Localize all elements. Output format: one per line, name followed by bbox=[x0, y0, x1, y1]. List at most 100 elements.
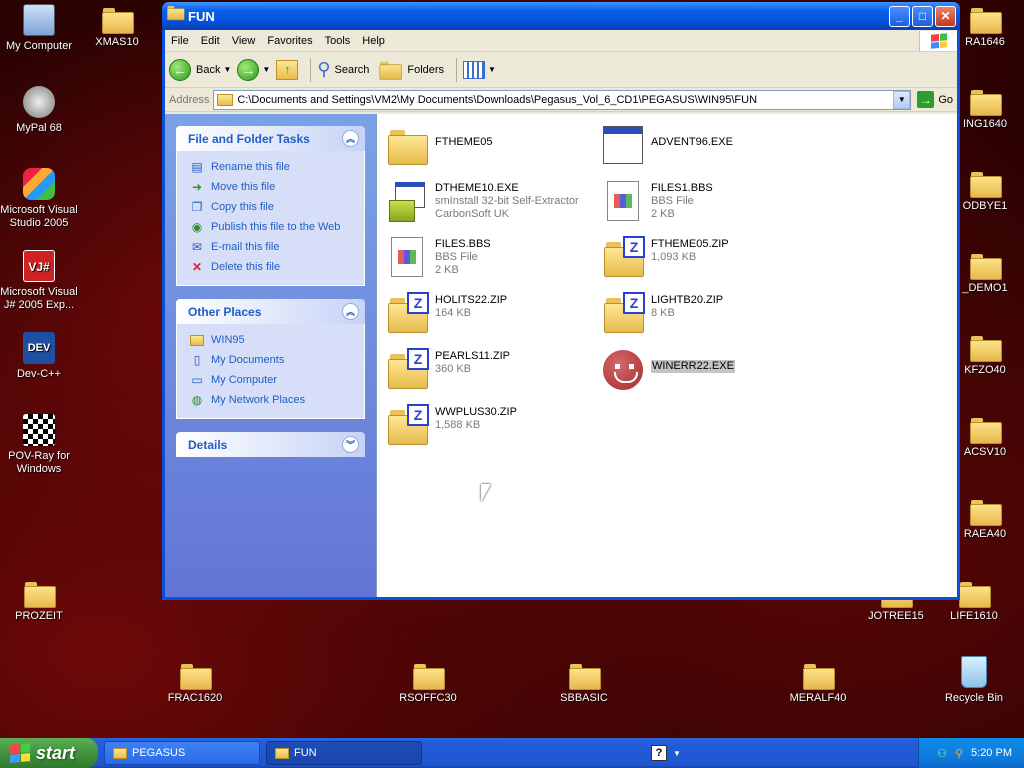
desktop-icon-povray[interactable]: POV-Ray for Windows bbox=[0, 414, 78, 476]
menu-favorites[interactable]: Favorites bbox=[261, 35, 318, 47]
globe-icon: ◉ bbox=[191, 220, 203, 234]
forward-button[interactable]: → ▼ bbox=[237, 58, 270, 81]
desktop-icon-devcpp[interactable]: DEV Dev-C++ bbox=[0, 332, 78, 381]
folder-icon bbox=[24, 582, 56, 608]
place-my-documents[interactable]: ▯ My Documents bbox=[189, 350, 352, 370]
start-button[interactable]: start bbox=[0, 738, 98, 768]
maximize-button[interactable]: □ bbox=[912, 5, 933, 27]
place-my-computer[interactable]: ▭ My Computer bbox=[189, 370, 352, 390]
file-folder-tasks-header[interactable]: File and Folder Tasks ︽ bbox=[176, 126, 365, 151]
language-bar[interactable]: ? ▼ bbox=[651, 745, 681, 761]
menu-view[interactable]: View bbox=[226, 35, 262, 47]
clock[interactable]: 5:20 PM bbox=[971, 747, 1012, 759]
details-header[interactable]: Details ︾ bbox=[176, 432, 365, 457]
desktop-icon-frac1620[interactable]: FRAC1620 bbox=[156, 660, 234, 705]
file-item-winerr22[interactable]: WINERR22.EXE bbox=[599, 346, 735, 394]
expand-icon[interactable]: ︾ bbox=[342, 436, 359, 453]
task-delete[interactable]: ✕ Delete this file bbox=[189, 257, 352, 277]
address-label: Address bbox=[169, 93, 210, 106]
file-item-holits22[interactable]: Z HOLITS22.ZIP 164 KB bbox=[383, 290, 507, 338]
desktop-icon-rsoffc30[interactable]: RSOFFC30 bbox=[389, 660, 467, 705]
folder-icon bbox=[413, 664, 445, 690]
taskbar-item-pegasus[interactable]: PEGASUS bbox=[104, 741, 260, 765]
smiley-icon bbox=[601, 348, 645, 392]
views-button[interactable]: ▼ bbox=[463, 60, 496, 79]
network-icon[interactable]: ⚇ bbox=[937, 747, 947, 760]
forward-arrow-icon: → bbox=[237, 58, 260, 81]
povray-icon bbox=[23, 414, 55, 446]
desktop-icon-recycle-bin[interactable]: Recycle Bin bbox=[935, 656, 1013, 705]
desktop-icon-sbbasic[interactable]: SBBASIC bbox=[545, 660, 623, 705]
folder-icon bbox=[970, 254, 1002, 280]
desktop-icon-visual-jsharp[interactable]: VJ# Microsoft Visual J# 2005 Exp... bbox=[0, 250, 78, 312]
task-rename[interactable]: ▤ Rename this file bbox=[189, 157, 352, 177]
file-item-dtheme10[interactable]: DTHEME10.EXE smInstall 32-bit Self-Extra… bbox=[383, 178, 579, 226]
window-title: FUN bbox=[188, 8, 215, 24]
file-item-files1-bbs[interactable]: FILES1.BBS BBS File 2 KB bbox=[599, 178, 713, 226]
taskbar-item-fun[interactable]: FUN bbox=[266, 741, 422, 765]
search-button[interactable]: ⚲ Search bbox=[317, 59, 369, 80]
search-icon[interactable]: ⚲ bbox=[955, 747, 963, 760]
folder-icon bbox=[180, 664, 212, 690]
other-places-header[interactable]: Other Places ︽ bbox=[176, 299, 365, 324]
folder-icon bbox=[803, 664, 835, 690]
file-item-advent96[interactable]: ADVENT96.EXE bbox=[599, 122, 733, 170]
search-icon: ⚲ bbox=[317, 59, 331, 79]
folder-icon bbox=[113, 747, 127, 759]
desktop-icon-my-computer[interactable]: My Computer bbox=[0, 4, 78, 53]
address-dropdown-button[interactable]: ▼ bbox=[893, 90, 911, 109]
folder-icon bbox=[970, 90, 1002, 116]
chevron-down-icon[interactable]: ▼ bbox=[673, 749, 681, 758]
devcpp-icon: DEV bbox=[23, 332, 55, 364]
setup-installer-icon bbox=[389, 182, 427, 222]
desktop-icon-prozeit[interactable]: PROZEIT bbox=[0, 578, 78, 623]
file-item-wwplus30[interactable]: Z WWPLUS30.ZIP 1,588 KB bbox=[383, 402, 517, 450]
desktop-icon-mypal[interactable]: MyPal 68 bbox=[0, 86, 78, 135]
document-icon bbox=[607, 181, 639, 221]
task-email[interactable]: ✉ E-mail this file bbox=[189, 237, 352, 257]
file-item-ftheme05-zip[interactable]: Z FTHEME05.ZIP 1,093 KB bbox=[599, 234, 729, 282]
windows-logo-icon bbox=[919, 30, 957, 51]
mypal-icon bbox=[23, 86, 55, 118]
up-button[interactable]: ↑ bbox=[276, 59, 299, 80]
menu-file[interactable]: File bbox=[165, 35, 195, 47]
computer-icon bbox=[23, 4, 55, 36]
chevron-down-icon[interactable]: ▼ bbox=[223, 65, 231, 74]
desktop-icon-visual-studio[interactable]: Microsoft Visual Studio 2005 bbox=[0, 168, 78, 230]
minimize-button[interactable]: _ bbox=[889, 5, 910, 27]
desktop-icon-meralf40[interactable]: MERALF40 bbox=[779, 660, 857, 705]
go-arrow-icon: → bbox=[917, 91, 935, 108]
file-item-lightb20[interactable]: Z LIGHTB20.ZIP 8 KB bbox=[599, 290, 723, 338]
rename-icon: ▤ bbox=[191, 160, 203, 174]
file-item-pearls11[interactable]: Z PEARLS11.ZIP 360 KB bbox=[383, 346, 510, 394]
place-win95[interactable]: WIN95 bbox=[189, 330, 352, 350]
file-item-files-bbs[interactable]: FILES.BBS BBS File 2 KB bbox=[383, 234, 491, 282]
folder-icon bbox=[167, 5, 185, 23]
task-publish[interactable]: ◉ Publish this file to the Web bbox=[189, 217, 352, 237]
menu-edit[interactable]: Edit bbox=[195, 35, 226, 47]
help-icon[interactable]: ? bbox=[651, 745, 668, 761]
place-network[interactable]: ◍ My Network Places bbox=[189, 390, 352, 410]
task-move[interactable]: ➜ Move this file bbox=[189, 177, 352, 197]
back-button[interactable]: ← Back ▼ bbox=[169, 58, 231, 81]
desktop-icon-xmas10[interactable]: XMAS10 bbox=[78, 4, 156, 49]
close-button[interactable]: ✕ bbox=[935, 5, 956, 27]
folder-icon bbox=[970, 8, 1002, 34]
file-item-ftheme05-folder[interactable]: FTHEME05 bbox=[383, 122, 492, 170]
go-button[interactable]: → Go bbox=[917, 91, 953, 108]
folder-icon bbox=[970, 418, 1002, 444]
menu-help[interactable]: Help bbox=[356, 35, 391, 47]
collapse-icon[interactable]: ︽ bbox=[342, 303, 359, 320]
jsharp-icon: VJ# bbox=[23, 250, 55, 282]
title-bar[interactable]: FUN _ □ ✕ bbox=[162, 2, 960, 30]
folders-button[interactable]: Folders bbox=[375, 58, 444, 82]
collapse-icon[interactable]: ︽ bbox=[342, 130, 359, 147]
chevron-down-icon[interactable]: ▼ bbox=[262, 65, 270, 74]
task-copy[interactable]: ❐ Copy this file bbox=[189, 197, 352, 217]
document-icon bbox=[391, 237, 423, 277]
folder-icon bbox=[388, 130, 428, 165]
chevron-down-icon: ▼ bbox=[488, 65, 496, 74]
menu-tools[interactable]: Tools bbox=[319, 35, 357, 47]
toolbar: ← Back ▼ → ▼ ↑ ⚲ Search Folders ▼ bbox=[165, 52, 957, 88]
address-input[interactable]: C:\Documents and Settings\VM2\My Documen… bbox=[213, 89, 912, 110]
